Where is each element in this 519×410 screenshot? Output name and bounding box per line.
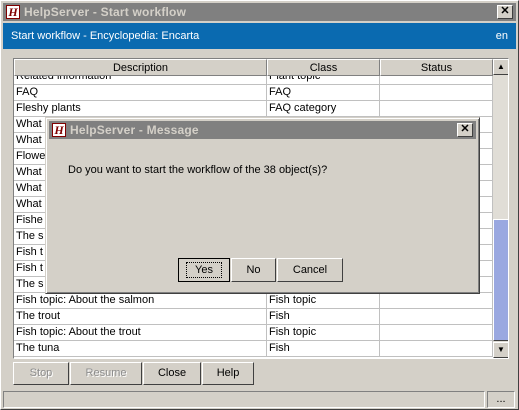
table-row[interactable]: Fleshy plants FAQ category bbox=[14, 101, 493, 117]
column-header-status[interactable]: Status bbox=[380, 59, 493, 76]
close-icon: ✕ bbox=[460, 123, 470, 135]
table-row[interactable]: FAQ FAQ bbox=[14, 85, 493, 101]
cell-description: FAQ bbox=[14, 85, 267, 101]
workflow-header: Start workflow - Encyclopedia: Encarta e… bbox=[3, 23, 516, 49]
cell-description: Fish topic: About the trout bbox=[14, 325, 267, 341]
cell-class: Fish topic bbox=[267, 325, 380, 341]
cell-status bbox=[380, 85, 493, 101]
cell-description: The tuna bbox=[14, 341, 267, 357]
table-row[interactable]: Fish topic: About the trout Fish topic bbox=[14, 325, 493, 341]
dialog-title: HelpServer - Message bbox=[70, 123, 199, 137]
action-button-bar: Stop Resume Close Help bbox=[13, 362, 255, 385]
cell-status bbox=[380, 293, 493, 309]
cell-description: Fish topic: About the salmon bbox=[14, 293, 267, 309]
status-bar: ... bbox=[3, 389, 516, 409]
cell-class: FAQ category bbox=[267, 101, 380, 117]
cell-status bbox=[380, 101, 493, 117]
window-titlebar[interactable]: H HelpServer - Start workflow ✕ bbox=[3, 3, 516, 21]
dialog-button-bar: Yes No Cancel bbox=[178, 258, 344, 282]
help-button[interactable]: Help bbox=[202, 362, 254, 385]
yes-button[interactable]: Yes bbox=[178, 258, 230, 282]
column-header-description[interactable]: Description bbox=[14, 59, 267, 76]
helpserver-app-icon: H bbox=[6, 5, 20, 19]
stop-button[interactable]: Stop bbox=[13, 362, 69, 385]
table-row[interactable]: Fish topic: About the salmon Fish topic bbox=[14, 293, 493, 309]
workflow-header-title: Start workflow - Encyclopedia: Encarta bbox=[11, 30, 200, 42]
cell-description: Fleshy plants bbox=[14, 101, 267, 117]
cell-class: Fish bbox=[267, 309, 380, 325]
window-close-button[interactable]: ✕ bbox=[497, 5, 513, 19]
scroll-up-button[interactable]: ▲ bbox=[493, 59, 508, 75]
table-row[interactable]: The trout Fish bbox=[14, 309, 493, 325]
scroll-down-button[interactable]: ▼ bbox=[493, 342, 508, 358]
cell-class: Fish topic bbox=[267, 293, 380, 309]
table-row[interactable]: The tuna Fish bbox=[14, 341, 493, 357]
cell-class: FAQ bbox=[267, 85, 380, 101]
vertical-scrollbar[interactable]: ▲ ▼ bbox=[493, 59, 508, 358]
helpserver-app-icon: H bbox=[52, 123, 66, 137]
dialog-close-button[interactable]: ✕ bbox=[457, 123, 473, 137]
cell-description: The trout bbox=[14, 309, 267, 325]
dialog-message: Do you want to start the workflow of the… bbox=[68, 164, 328, 176]
yes-button-label: Yes bbox=[186, 262, 222, 278]
scrollbar-thumb[interactable] bbox=[493, 219, 508, 341]
close-icon: ✕ bbox=[500, 5, 510, 17]
table-row[interactable]: Related information Plant topic bbox=[14, 76, 493, 85]
cell-status bbox=[380, 341, 493, 357]
status-resize-pane[interactable]: ... bbox=[487, 391, 515, 408]
cell-status bbox=[380, 309, 493, 325]
arrow-up-icon: ▲ bbox=[497, 62, 505, 71]
no-button[interactable]: No bbox=[231, 258, 276, 282]
arrow-down-icon: ▼ bbox=[497, 345, 505, 354]
cell-status bbox=[380, 325, 493, 341]
resume-button[interactable]: Resume bbox=[70, 362, 142, 385]
dialog-titlebar[interactable]: H HelpServer - Message ✕ bbox=[49, 121, 476, 139]
table-header: Description Class Status bbox=[14, 59, 493, 76]
message-dialog: H HelpServer - Message ✕ Do you want to … bbox=[45, 117, 480, 294]
cell-status bbox=[380, 76, 493, 85]
language-code: en bbox=[495, 30, 508, 42]
close-button[interactable]: Close bbox=[143, 362, 201, 385]
status-message-pane bbox=[3, 391, 485, 408]
cell-description: Related information bbox=[14, 76, 267, 85]
window-title: HelpServer - Start workflow bbox=[24, 5, 187, 19]
cell-class: Fish bbox=[267, 341, 380, 357]
cancel-button[interactable]: Cancel bbox=[277, 258, 343, 282]
cell-class: Plant topic bbox=[267, 76, 380, 85]
column-header-class[interactable]: Class bbox=[267, 59, 380, 76]
